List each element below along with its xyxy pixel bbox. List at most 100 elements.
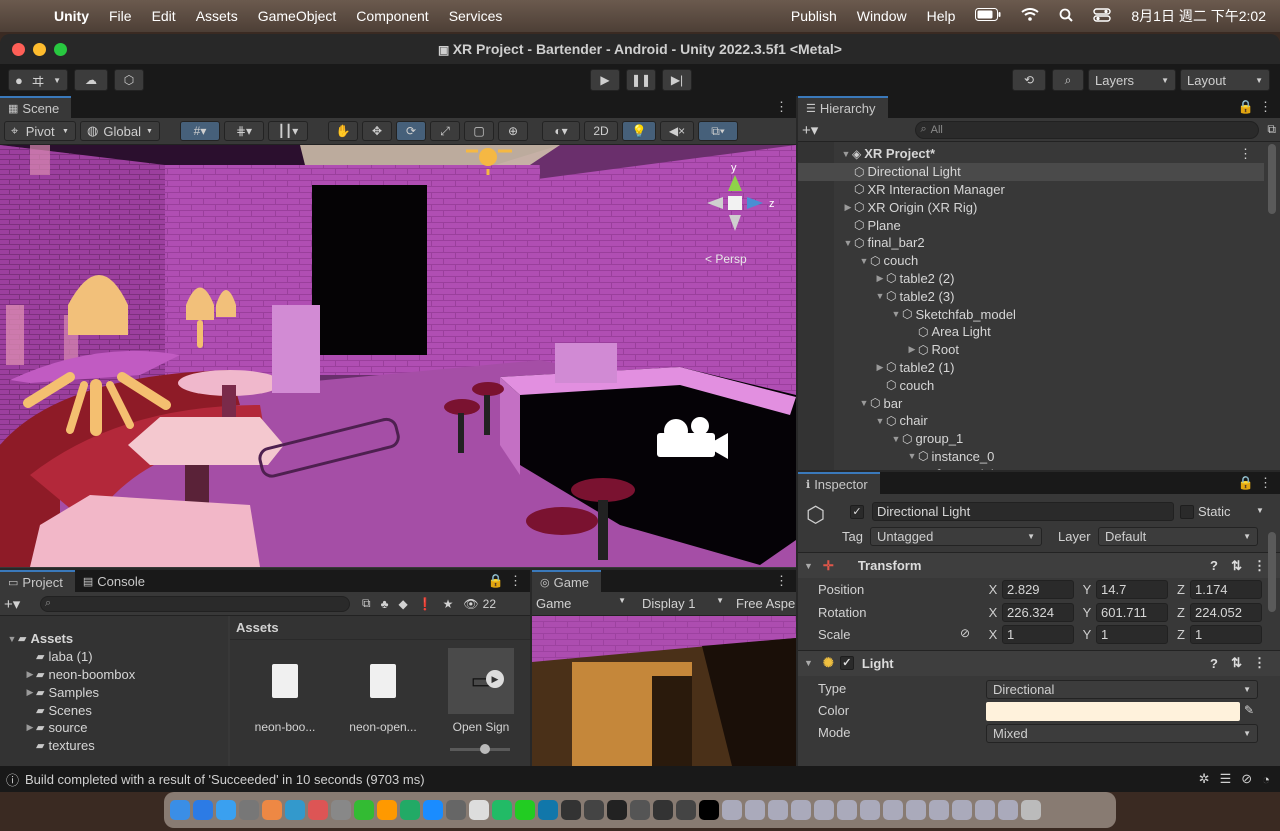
game-mode-dropdown[interactable]: Game ▼ bbox=[532, 596, 630, 611]
align-button[interactable]: ┃┃▾ bbox=[268, 121, 308, 141]
global-dropdown[interactable]: ◍ Global ▼ bbox=[80, 121, 160, 141]
dock-app-icon[interactable] bbox=[377, 800, 397, 820]
dock-app-icon[interactable] bbox=[515, 800, 535, 820]
project-folder-row[interactable]: ▰ laba (1) bbox=[0, 648, 228, 666]
transform-z-field[interactable]: 224.052 bbox=[1190, 602, 1262, 622]
menu-app-name[interactable]: Unity bbox=[44, 8, 99, 24]
status-message[interactable]: Build completed with a result of 'Succee… bbox=[25, 772, 425, 787]
rect-tool-button[interactable]: ▢ bbox=[464, 121, 494, 141]
tab-hierarchy[interactable]: ☰ Hierarchy bbox=[798, 96, 888, 118]
project-kebab-icon[interactable]: ⋮ bbox=[509, 573, 522, 589]
dock-app-icon[interactable] bbox=[998, 800, 1018, 820]
hierarchy-row[interactable]: ▼ ⬡ final_bar2 bbox=[798, 234, 1264, 252]
undo-history-button[interactable]: ⟲ bbox=[1012, 69, 1046, 91]
project-folder-row[interactable]: ▶ ▰ Samples bbox=[0, 683, 228, 701]
hidden-packages-icon[interactable]: 👁 bbox=[463, 597, 478, 611]
move-tool-button[interactable]: ✥ bbox=[362, 121, 392, 141]
search-button[interactable]: ⌕ bbox=[1052, 69, 1084, 91]
spotlight-search-icon[interactable] bbox=[1049, 8, 1083, 25]
dock-app-icon[interactable] bbox=[492, 800, 512, 820]
account-dropdown[interactable]: ● ヰ ▼ bbox=[8, 69, 68, 91]
expand-arrow-icon[interactable]: ▼ bbox=[858, 398, 870, 408]
hierarchy-row[interactable]: ⬡ couch bbox=[798, 376, 1264, 394]
transform-header[interactable]: ▼ ✛ Transform ? ⇅ ⋮ bbox=[798, 552, 1280, 578]
menubar-clock[interactable]: 8月1日 週二 下午2:02 bbox=[1121, 6, 1280, 26]
scene-kebab-icon[interactable]: ⋮ bbox=[775, 99, 788, 115]
shading-mode-button[interactable]: ◐▾ bbox=[542, 121, 580, 141]
axis-z-label[interactable]: Z bbox=[1174, 605, 1188, 620]
expand-arrow-icon[interactable]: ▼ bbox=[842, 238, 854, 248]
tab-project[interactable]: ▭ Project bbox=[0, 570, 75, 592]
project-folder-row[interactable]: ▰ textures bbox=[0, 737, 228, 755]
dock-app-icon[interactable] bbox=[308, 800, 328, 820]
expand-arrow-icon[interactable]: ▼ bbox=[858, 256, 870, 266]
transform-y-field[interactable]: 1 bbox=[1096, 625, 1168, 644]
scale-tool-button[interactable]: ⤢ bbox=[430, 121, 460, 141]
light-color-swatch[interactable] bbox=[986, 701, 1240, 721]
hierarchy-row[interactable]: ▼ ⬡ chair bbox=[798, 412, 1264, 430]
layout-dropdown[interactable]: Layout ▼ bbox=[1180, 69, 1270, 91]
dock-app-icon[interactable] bbox=[285, 800, 305, 820]
light-header[interactable]: ▼ ✺ ✓ Light ? ⇅ ⋮ bbox=[798, 649, 1280, 676]
collapse-arrow-icon[interactable]: ▶ bbox=[24, 687, 36, 698]
dock-app-icon[interactable] bbox=[193, 800, 213, 820]
hierarchy-row[interactable]: ▶ ⬡ table2 (1) bbox=[798, 359, 1264, 377]
step-button[interactable]: ▶| bbox=[662, 69, 692, 91]
dock-app-icon[interactable] bbox=[239, 800, 259, 820]
project-search-input[interactable]: ⌕ bbox=[40, 595, 350, 612]
pivot-dropdown[interactable]: ⌖ Pivot ▼ bbox=[4, 121, 76, 141]
game-viewport[interactable] bbox=[532, 616, 796, 766]
tab-inspector[interactable]: ℹ Inspector bbox=[798, 472, 880, 494]
project-folder-row[interactable]: ▰ Scenes bbox=[0, 701, 228, 719]
menu-gameobject[interactable]: GameObject bbox=[248, 8, 347, 24]
slider-thumb[interactable] bbox=[480, 744, 490, 754]
transform-y-field[interactable]: 601.711 bbox=[1096, 602, 1168, 622]
warning-icon[interactable]: ❗ bbox=[418, 597, 433, 611]
expand-arrow-icon[interactable]: ▼ bbox=[840, 149, 852, 159]
dock-app-icon[interactable] bbox=[929, 800, 949, 820]
grid-snap-button[interactable]: #▾ bbox=[180, 121, 220, 141]
project-folder-row[interactable]: ▼ ▰ Assets bbox=[0, 630, 228, 648]
hierarchy-row[interactable]: ▼ ⬡ group_1 bbox=[798, 430, 1264, 448]
dock-app-icon[interactable] bbox=[860, 800, 880, 820]
icon-size-slider[interactable] bbox=[450, 744, 510, 754]
light-mode-dropdown[interactable]: Mixed ▼ bbox=[986, 723, 1258, 743]
collapse-arrow-icon[interactable]: ▶ bbox=[842, 202, 854, 213]
control-center-icon[interactable] bbox=[1083, 7, 1121, 25]
aspect-label[interactable]: Free Aspe bbox=[736, 596, 795, 611]
axis-y-label[interactable]: Y bbox=[1080, 627, 1094, 642]
tab-game[interactable]: ◎ Game bbox=[532, 570, 602, 592]
menu-assets[interactable]: Assets bbox=[186, 8, 248, 24]
axis-y-label[interactable]: Y bbox=[1080, 582, 1094, 597]
pause-button[interactable]: ❚❚ bbox=[626, 69, 656, 91]
axis-y-label[interactable]: Y bbox=[1080, 605, 1094, 620]
dock-app-icon[interactable] bbox=[354, 800, 374, 820]
hierarchy-row[interactable]: ⬡Material2.014 bbox=[798, 465, 1264, 470]
collapse-arrow-icon[interactable]: ▶ bbox=[24, 669, 36, 680]
mode-2d-button[interactable]: 2D bbox=[584, 121, 618, 141]
dock-app-icon[interactable] bbox=[170, 800, 190, 820]
hierarchy-row[interactable]: ▼ ◈ XR Project* ⋮ bbox=[798, 145, 1264, 163]
axis-x-label[interactable]: X bbox=[986, 605, 1000, 620]
wifi-icon[interactable] bbox=[1011, 8, 1049, 24]
preset-icon[interactable]: ⇅ bbox=[1231, 558, 1242, 574]
axis-z-label[interactable]: Z bbox=[1174, 582, 1188, 597]
progress-icon[interactable]: ◔ bbox=[1262, 772, 1270, 787]
hierarchy-row[interactable]: ▼ ⬡ table2 (3) bbox=[798, 287, 1264, 305]
layer-dropdown[interactable]: Default ▼ bbox=[1098, 527, 1258, 546]
dock-app-icon[interactable] bbox=[469, 800, 489, 820]
hierarchy-row[interactable]: ▶ ⬡ Root bbox=[798, 341, 1264, 359]
project-folder-row[interactable]: ▶ ▰ neon-boombox bbox=[0, 666, 228, 684]
lighting-toggle-button[interactable]: 💡 bbox=[622, 121, 656, 141]
transform-z-field[interactable]: 1 bbox=[1190, 625, 1262, 644]
chevron-down-icon[interactable]: ▼ bbox=[1256, 506, 1264, 515]
lock-icon[interactable]: 🔒 bbox=[1238, 475, 1254, 491]
filter-type-icon[interactable]: ♣ bbox=[381, 597, 389, 611]
dock-app-icon[interactable] bbox=[630, 800, 650, 820]
dock-app-icon[interactable] bbox=[745, 800, 765, 820]
help-icon[interactable]: ? bbox=[1210, 558, 1218, 573]
static-checkbox[interactable] bbox=[1180, 505, 1194, 519]
asset-item[interactable]: ▭ Open Sign bbox=[436, 648, 526, 734]
help-icon[interactable]: ? bbox=[1210, 656, 1218, 671]
cloud-button[interactable]: ☁ bbox=[74, 69, 108, 91]
